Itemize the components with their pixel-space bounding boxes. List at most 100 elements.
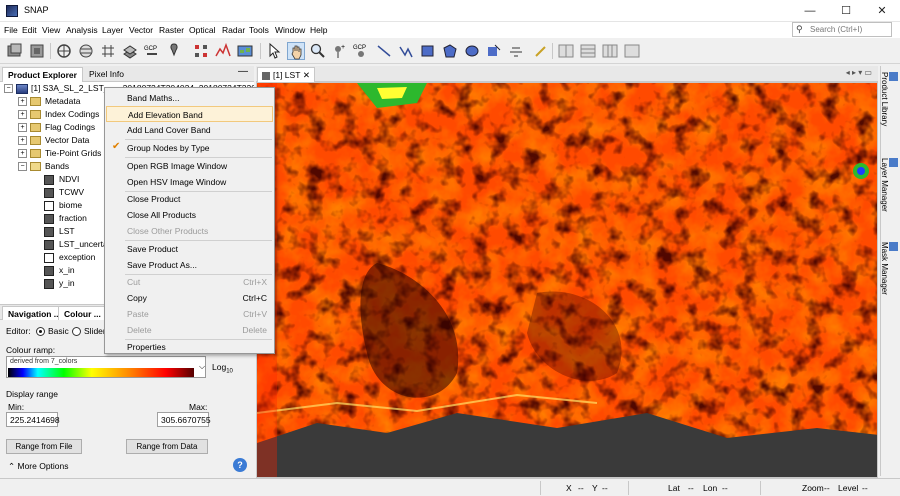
tile-evenly-icon[interactable]: [557, 42, 575, 60]
open-icon[interactable]: [28, 42, 46, 60]
menu-band-maths[interactable]: Band Maths...: [106, 90, 273, 106]
band-item[interactable]: exception: [44, 252, 95, 265]
range-from-data-button[interactable]: Range from Data: [126, 439, 208, 454]
menu-window[interactable]: Window: [275, 25, 305, 35]
menu-file[interactable]: File: [4, 25, 18, 35]
pin-tool-icon[interactable]: +: [331, 42, 349, 60]
world-map-icon[interactable]: [236, 42, 254, 60]
menu-add-elevation-band[interactable]: Add Elevation Band: [106, 106, 273, 122]
expand-icon[interactable]: +: [18, 149, 27, 159]
band-item[interactable]: NDVI: [44, 174, 79, 187]
search-icon: ⚲: [796, 24, 803, 34]
select-tool-icon[interactable]: [265, 42, 283, 60]
expand-icon[interactable]: +: [18, 136, 27, 146]
band-item[interactable]: y_in: [44, 278, 75, 291]
band-item[interactable]: LST: [44, 226, 75, 239]
band-icon: [44, 213, 54, 224]
tile-horizontal-icon[interactable]: [579, 42, 597, 60]
zoom-tool-icon[interactable]: [309, 42, 327, 60]
band-item[interactable]: TCWV: [44, 187, 84, 200]
close-button[interactable]: ✕: [864, 0, 900, 22]
dock-product-library[interactable]: Product Library: [880, 72, 898, 126]
new-product-icon[interactable]: [6, 42, 24, 60]
minimize-button[interactable]: —: [792, 0, 828, 22]
max-value-input[interactable]: 305.6670755: [157, 412, 211, 427]
range-from-file-button[interactable]: Range from File: [6, 439, 82, 454]
min-value-input[interactable]: 225.2414698: [6, 412, 60, 427]
polygon-tool-icon[interactable]: [441, 42, 459, 60]
menu-vector[interactable]: Vector: [129, 25, 153, 35]
menu-save-product[interactable]: Save Product: [106, 241, 273, 257]
minimize-panel-button[interactable]: —: [238, 66, 248, 77]
tab-lst-view[interactable]: [1] LST ✕: [257, 67, 315, 82]
menu-view[interactable]: View: [42, 25, 60, 35]
band-item[interactable]: x_in: [44, 265, 75, 278]
menu-edit[interactable]: Edit: [22, 25, 37, 35]
menu-add-land-cover-band[interactable]: Add Land Cover Band: [106, 122, 273, 138]
basic-radio[interactable]: Basic: [36, 326, 69, 337]
expand-icon[interactable]: +: [18, 123, 27, 133]
menu-optical[interactable]: Optical: [189, 25, 215, 35]
magic-wand-icon[interactable]: [507, 42, 525, 60]
pin-manager-icon[interactable]: [165, 42, 183, 60]
view-menu-icons[interactable]: ◂ ▸ ▾ ▭: [846, 68, 872, 77]
tree-group-flag-codings[interactable]: + Flag Codings: [18, 122, 95, 135]
colour-ramp-select[interactable]: derived from 7_colors ⌵: [6, 356, 206, 378]
more-options-toggle[interactable]: ⌃ More Options: [8, 461, 69, 472]
collapse-icon[interactable]: −: [18, 162, 27, 172]
grid-icon[interactable]: [99, 42, 117, 60]
rectangle-tool-icon[interactable]: [419, 42, 437, 60]
tab-product-explorer[interactable]: Product Explorer: [2, 67, 83, 82]
band-icon: [44, 226, 54, 237]
range-finder-icon[interactable]: [485, 42, 503, 60]
tile-single-icon[interactable]: [623, 42, 641, 60]
dock-mask-manager[interactable]: Mask Manager: [880, 242, 898, 295]
menu-save-product-as[interactable]: Save Product As...: [106, 257, 273, 273]
gcp-placing-icon[interactable]: GCP: [353, 42, 371, 60]
polyline-tool-icon[interactable]: [397, 42, 415, 60]
wand-icon[interactable]: [532, 42, 550, 60]
gcp-icon[interactable]: [55, 42, 73, 60]
tree-group-index-codings[interactable]: + Index Codings: [18, 109, 99, 122]
menu-raster[interactable]: Raster: [159, 25, 184, 35]
layers-icon[interactable]: [121, 42, 139, 60]
menu-tools[interactable]: Tools: [249, 25, 269, 35]
menu-help[interactable]: Help: [310, 25, 327, 35]
menu-open-rgb-image-window[interactable]: Open RGB Image Window: [106, 158, 273, 174]
expand-icon[interactable]: +: [18, 97, 27, 107]
ellipse-tool-icon[interactable]: [463, 42, 481, 60]
menu-copy[interactable]: Copy Ctrl+C: [106, 290, 273, 306]
log10-toggle[interactable]: Log10: [212, 362, 233, 375]
pan-tool-icon[interactable]: [287, 42, 305, 60]
menu-radar[interactable]: Radar: [222, 25, 245, 35]
expand-icon[interactable]: +: [18, 110, 27, 120]
tab-pixel-info[interactable]: Pixel Info: [84, 67, 129, 82]
band-item[interactable]: biome: [44, 200, 82, 213]
help-icon[interactable]: ?: [233, 458, 247, 472]
lst-image-view[interactable]: [256, 82, 878, 478]
menu-close-all-products[interactable]: Close All Products: [106, 207, 273, 223]
collapse-icon[interactable]: −: [4, 84, 13, 94]
menu-analysis[interactable]: Analysis: [66, 25, 98, 35]
search-box[interactable]: ⚲ Search (Ctrl+I): [792, 22, 892, 37]
dock-layer-manager[interactable]: Layer Manager: [880, 158, 898, 212]
globe-icon[interactable]: [77, 42, 95, 60]
tree-group-metadata[interactable]: + Metadata: [18, 96, 80, 109]
menu-group-nodes-by-type[interactable]: ✔ Group Nodes by Type: [106, 140, 273, 156]
tree-group-vector-data[interactable]: + Vector Data: [18, 135, 89, 148]
spectrum-icon[interactable]: [214, 42, 232, 60]
maximize-button[interactable]: ☐: [828, 0, 864, 22]
tree-group-bands[interactable]: − Bands: [18, 161, 69, 174]
gcp-tool-icon[interactable]: GCP: [143, 42, 161, 60]
tile-vertical-icon[interactable]: [601, 42, 619, 60]
menu-open-hsv-image-window[interactable]: Open HSV Image Window: [106, 174, 273, 190]
tab-colour-manipulation[interactable]: Colour ...: [58, 306, 107, 321]
menu-close-product[interactable]: Close Product: [106, 191, 273, 207]
close-tab-icon[interactable]: ✕: [303, 70, 310, 81]
scatter-icon[interactable]: [192, 42, 210, 60]
menu-properties[interactable]: Properties: [106, 339, 273, 355]
band-item[interactable]: fraction: [44, 213, 87, 226]
tree-group-tie-point-grids[interactable]: + Tie-Point Grids: [18, 148, 101, 161]
line-tool-icon[interactable]: [375, 42, 393, 60]
menu-layer[interactable]: Layer: [102, 25, 123, 35]
